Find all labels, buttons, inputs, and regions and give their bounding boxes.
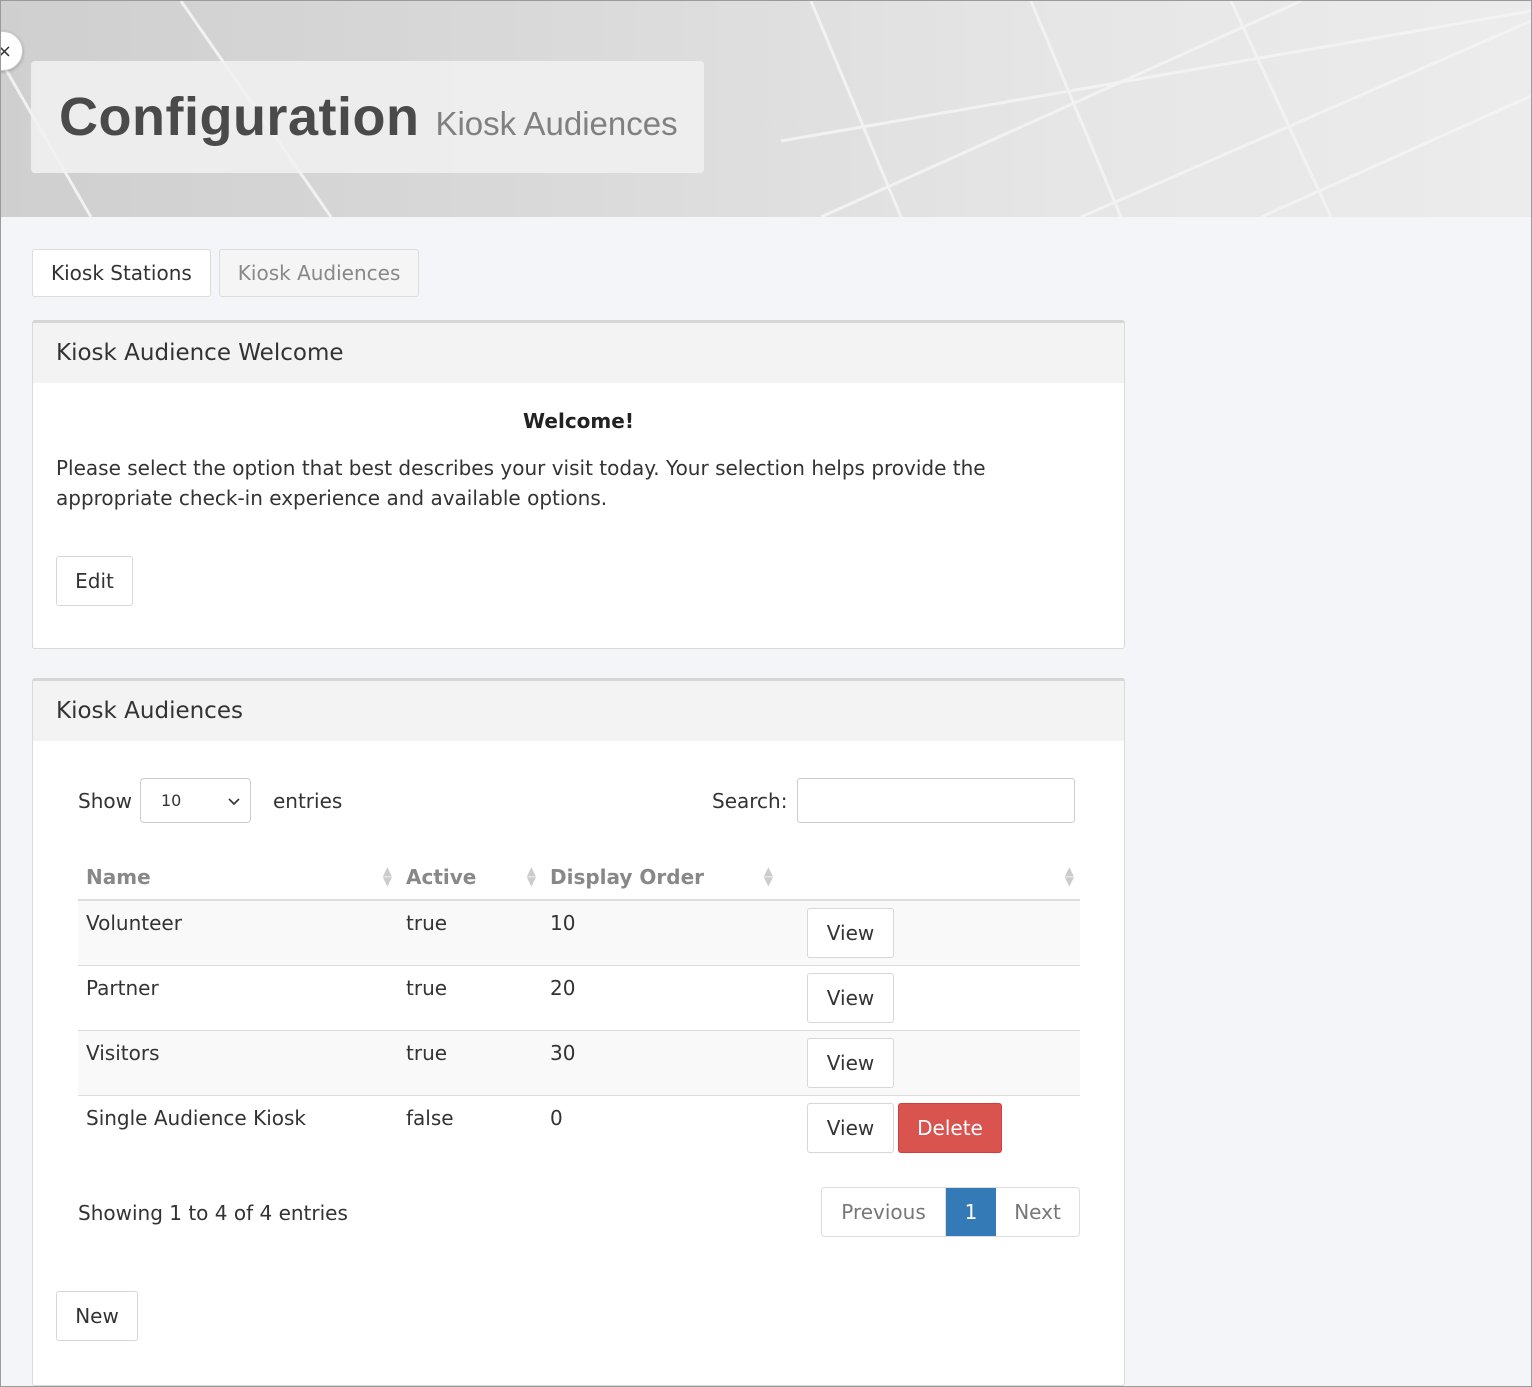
welcome-panel: Kiosk Audience Welcome Welcome! Please s…: [32, 320, 1125, 649]
page-size-control: Show 10 entries: [78, 778, 342, 823]
cell-display-order: 10: [542, 899, 779, 965]
column-header-active[interactable]: Active ▲ ▼: [398, 854, 542, 901]
table-header-row: Name ▲ ▼ Active ▲ ▼ Display Order ▲ ▼ ▲ ▼: [78, 854, 1080, 901]
page-size-value: 10: [160, 791, 182, 810]
sort-icon: ▲ ▼: [1064, 864, 1074, 888]
cell-active: true: [398, 899, 542, 965]
view-button[interactable]: View: [807, 1102, 894, 1153]
sort-icon: ▲ ▼: [763, 864, 773, 888]
cell-name: Visitors: [78, 1029, 398, 1095]
table-row: Visitors true 30 View: [78, 1029, 1080, 1095]
cell-actions: View Delete: [779, 1094, 1080, 1160]
table-row: Partner true 20 View: [78, 964, 1080, 1030]
table-info: Showing 1 to 4 of 4 entries: [78, 1201, 348, 1225]
new-button[interactable]: New: [56, 1291, 138, 1341]
welcome-text: Please select the option that best descr…: [56, 456, 986, 510]
sort-icon: ▲ ▼: [526, 864, 536, 888]
search-input[interactable]: [797, 778, 1076, 823]
cell-actions: View: [779, 899, 1080, 965]
view-button[interactable]: View: [807, 1037, 894, 1088]
page-title: Configuration: [59, 87, 420, 147]
sort-icon: ▲ ▼: [382, 864, 392, 888]
cell-name: Partner: [78, 964, 398, 1030]
page-title-box: Configuration Kiosk Audiences: [31, 61, 704, 173]
cell-actions: View: [779, 964, 1080, 1030]
view-button[interactable]: View: [807, 908, 894, 958]
table-row: Single Audience Kiosk false 0 View Delete: [78, 1094, 1080, 1160]
next-page-button[interactable]: Next: [996, 1188, 1079, 1236]
search-control: Search:: [712, 778, 1076, 823]
search-label: Search:: [712, 788, 788, 813]
audiences-table: Name ▲ ▼ Active ▲ ▼ Display Order ▲ ▼ ▲ ▼ Volun…: [78, 854, 1080, 1160]
welcome-title: Welcome!: [523, 409, 634, 433]
page-header-banner: × Configuration Kiosk Audiences: [1, 1, 1531, 217]
chevron-down-icon: [228, 791, 240, 810]
entries-label: entries: [272, 788, 343, 813]
config-tabs: Kiosk Stations Kiosk Audiences: [32, 249, 420, 297]
page-1-button[interactable]: 1: [946, 1188, 996, 1236]
tab-kiosk-audiences[interactable]: Kiosk Audiences: [218, 249, 420, 297]
cell-display-order: 30: [542, 1029, 779, 1095]
welcome-panel-heading: Kiosk Audience Welcome: [33, 323, 1124, 383]
delete-button[interactable]: Delete: [898, 1102, 1002, 1153]
cell-display-order: 20: [542, 964, 779, 1030]
cell-display-order: 0: [542, 1094, 779, 1160]
column-header-display-order[interactable]: Display Order ▲ ▼: [542, 854, 779, 901]
edit-button[interactable]: Edit: [56, 556, 133, 606]
audiences-panel: Kiosk Audiences Show 10 entries Search: …: [32, 678, 1125, 1386]
pagination: Previous 1 Next: [821, 1187, 1080, 1237]
page-size-select[interactable]: 10: [139, 778, 251, 823]
view-button[interactable]: View: [807, 972, 894, 1023]
cell-active: true: [398, 1029, 542, 1095]
column-header-actions[interactable]: ▲ ▼: [779, 854, 1080, 901]
page-subtitle: Kiosk Audiences: [435, 105, 678, 142]
cell-name: Volunteer: [78, 899, 398, 965]
cell-active: false: [398, 1094, 542, 1160]
tab-kiosk-stations[interactable]: Kiosk Stations: [32, 249, 211, 297]
audiences-panel-heading: Kiosk Audiences: [33, 681, 1124, 741]
cell-active: true: [398, 964, 542, 1030]
cell-name: Single Audience Kiosk: [78, 1094, 398, 1160]
column-header-name[interactable]: Name ▲ ▼: [78, 854, 398, 901]
show-label: Show: [78, 788, 132, 813]
table-row: Volunteer true 10 View: [78, 899, 1080, 965]
cell-actions: View: [779, 1029, 1080, 1095]
previous-page-button[interactable]: Previous: [822, 1188, 946, 1236]
